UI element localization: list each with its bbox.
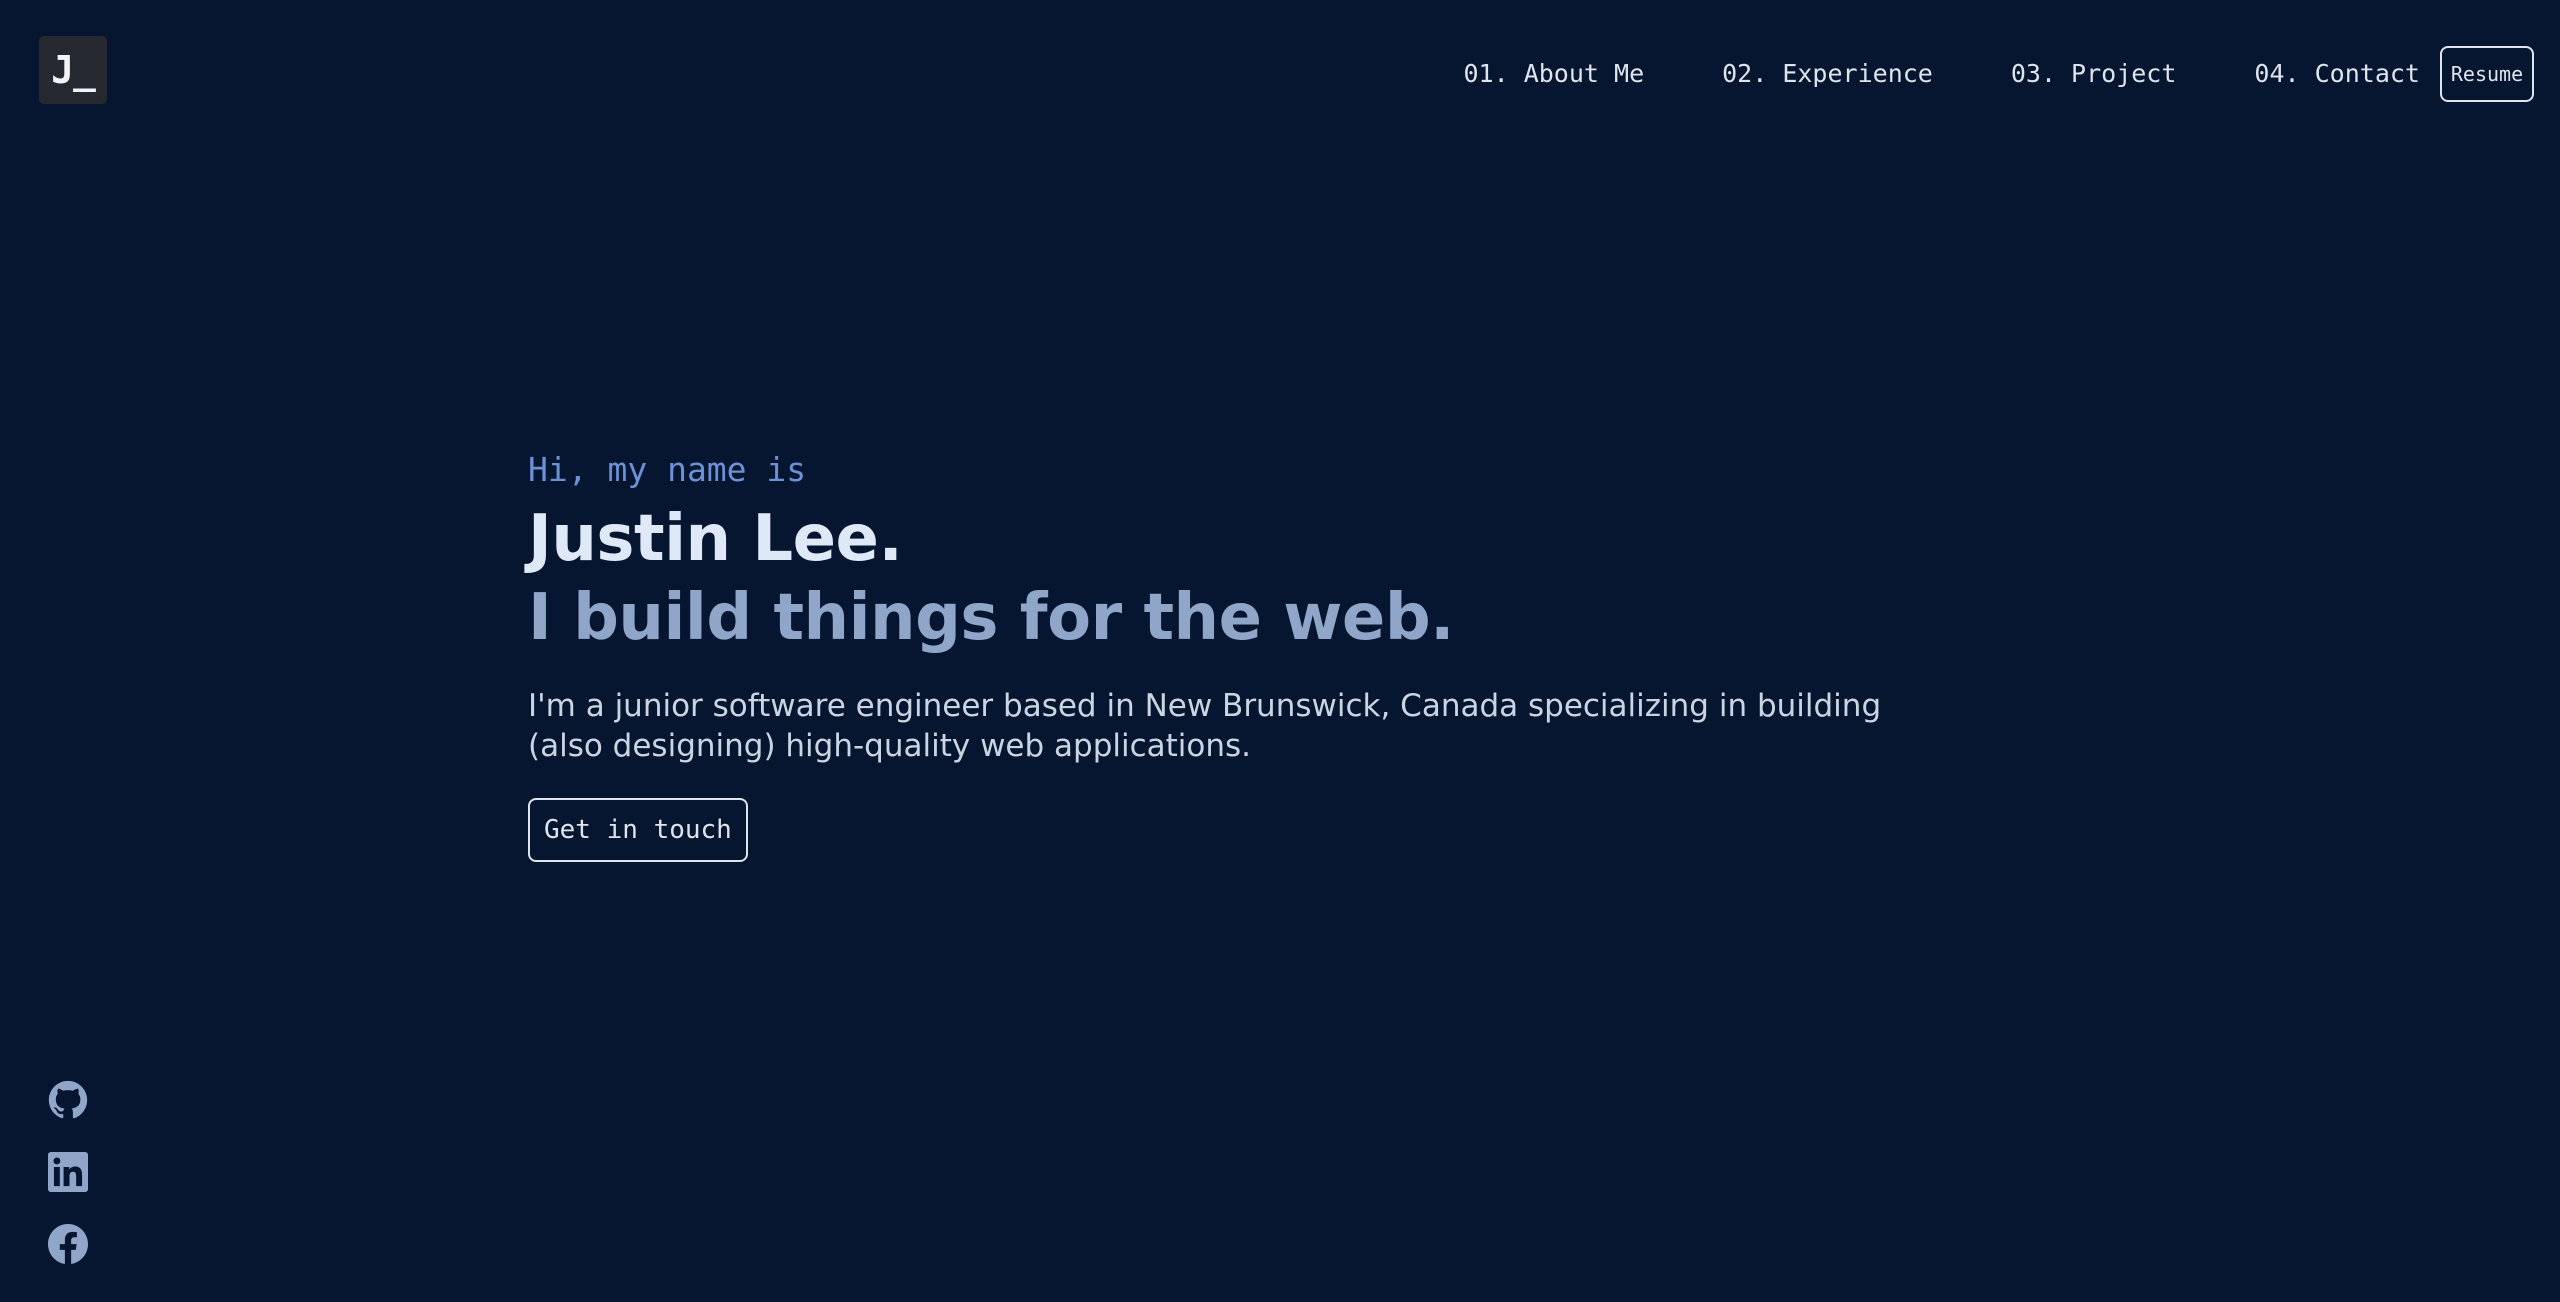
get-in-touch-button[interactable]: Get in touch: [528, 798, 748, 862]
hero-intro: I'm a junior software engineer based in …: [528, 688, 1882, 764]
social-links: [48, 1080, 88, 1296]
github-link[interactable]: [48, 1080, 88, 1120]
nav-link-contact[interactable]: 04. Contact: [2254, 56, 2420, 92]
top-navigation: 01. About Me 02. Experience 03. Project …: [1386, 56, 2421, 92]
facebook-link[interactable]: [48, 1224, 88, 1264]
hero-greeting: Hi, my name is: [528, 450, 807, 489]
linkedin-link[interactable]: [48, 1152, 88, 1192]
github-icon: [48, 1080, 88, 1119]
nav-link-about[interactable]: 01. About Me: [1464, 56, 1645, 92]
hero-section: Hi, my name is Justin Lee. I build thing…: [528, 446, 1948, 862]
hero-name: Justin Lee.: [528, 502, 903, 576]
nav-link-project[interactable]: 03. Project: [2011, 56, 2177, 92]
facebook-icon: [48, 1224, 88, 1264]
resume-button[interactable]: Resume: [2440, 46, 2534, 102]
site-logo[interactable]: J_: [39, 36, 107, 104]
nav-link-experience[interactable]: 02. Experience: [1722, 56, 1933, 92]
linkedin-icon: [48, 1152, 88, 1192]
hero-tagline: I build things for the web.: [528, 581, 1454, 655]
